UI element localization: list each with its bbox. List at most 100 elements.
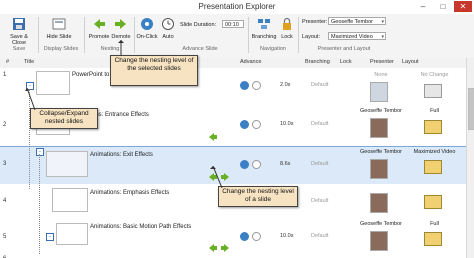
branching-value[interactable]: Default — [311, 161, 328, 167]
on-click-icon — [141, 18, 153, 30]
layout-name[interactable]: Full — [407, 221, 462, 227]
group-navigation-label: Navigation — [260, 46, 286, 52]
auto-button[interactable]: Auto — [160, 17, 176, 40]
avatar — [370, 159, 388, 179]
group-display-label: Display Slides — [43, 46, 79, 52]
divider — [134, 17, 135, 53]
slide-duration-field[interactable]: 00:10 — [222, 20, 244, 28]
col-lock[interactable]: Lock — [340, 59, 352, 65]
presenter-name[interactable]: Geoseffe Tembor — [358, 149, 404, 155]
advance-on-click-icon[interactable] — [240, 160, 249, 169]
slide-duration[interactable]: 10.0s — [280, 121, 293, 127]
divider — [38, 17, 39, 53]
advance-on-click-icon[interactable] — [240, 232, 249, 241]
tree-line — [39, 154, 40, 254]
timer-icon[interactable] — [252, 81, 261, 90]
branching-value[interactable]: Default — [311, 121, 328, 127]
callout-collapse-expand: Collapse/Expand nested slides — [30, 108, 98, 129]
branching-value[interactable]: Default — [311, 233, 328, 239]
divider — [298, 17, 299, 53]
timer-icon[interactable] — [252, 160, 261, 169]
branching-value[interactable]: Default — [311, 198, 328, 204]
vertical-scrollbar[interactable] — [466, 58, 474, 258]
layout-thumbnail — [424, 120, 442, 134]
presenter-name[interactable]: None — [358, 72, 404, 78]
lock-icon — [283, 17, 291, 30]
title-bar: Presentation Explorer – □ ✕ — [0, 0, 474, 15]
slide-title: Animations: Basic Motion Path Effects — [90, 224, 192, 230]
table-row[interactable]: 3 − Animations: Exit Effects 8.6s Defaul… — [0, 146, 466, 186]
layout-name[interactable]: Maximized Video — [407, 149, 462, 155]
timer-icon[interactable] — [252, 232, 261, 241]
col-layout[interactable]: Layout — [402, 59, 419, 65]
demote-arrow-icon[interactable] — [208, 133, 224, 141]
advance-on-click-icon[interactable] — [240, 120, 249, 129]
promote-demote-arrows-icon[interactable] — [208, 244, 230, 252]
scrollbar-thumb[interactable] — [468, 88, 474, 130]
save-close-label: Save & Close — [10, 34, 28, 46]
slide-title: Animations: Emphasis Effects — [90, 190, 170, 196]
branching-button[interactable]: Branching — [250, 17, 278, 40]
on-click-label: On-Click — [136, 34, 158, 40]
slide-thumbnail — [56, 223, 88, 245]
presenter-name[interactable]: Geoseffe Tembor — [358, 221, 404, 227]
slide-title: Animations: Exit Effects — [90, 152, 153, 158]
demote-button[interactable]: Demote — [110, 17, 132, 40]
presenter-select-value: Geoseffe Tembor — [331, 19, 373, 25]
presenter-select[interactable]: Geoseffe Tembor ▾ — [328, 17, 386, 25]
col-advance[interactable]: Advance — [240, 59, 261, 65]
table-row[interactable]: 6 — [0, 254, 466, 258]
row-number: 3 — [3, 161, 7, 167]
callout-pointer — [118, 40, 124, 56]
table-row[interactable]: 1 − PowerPoint to 2.0s Default None No C… — [0, 68, 466, 107]
hide-slide-button[interactable]: Hide Slide — [44, 17, 74, 40]
callout-nesting-selected: Change the nesting level of the selected… — [110, 55, 198, 86]
branching-icon — [258, 19, 270, 29]
collapse-toggle[interactable]: − — [46, 233, 54, 241]
promote-label: Promote — [88, 34, 110, 40]
on-click-button[interactable]: On-Click — [136, 17, 158, 40]
col-presenter[interactable]: Presenter — [370, 59, 394, 65]
close-button[interactable]: ✕ — [454, 1, 472, 12]
row-number: 1 — [3, 72, 7, 78]
layout-name[interactable]: Full — [407, 108, 462, 114]
promote-arrow-icon — [94, 19, 105, 29]
slide-thumbnail — [46, 151, 88, 177]
chevron-down-icon: ▾ — [381, 34, 384, 40]
slide-thumbnail — [52, 188, 88, 212]
avatar — [370, 118, 388, 138]
lock-button[interactable]: Lock — [280, 17, 294, 40]
collapse-toggle[interactable]: − — [36, 148, 44, 156]
layout-name[interactable]: No Change — [407, 72, 462, 78]
col-branching[interactable]: Branching — [305, 59, 330, 65]
minimize-button[interactable]: – — [414, 1, 432, 12]
save-close-button[interactable]: Save & Close — [4, 17, 34, 46]
col-title[interactable]: Title — [24, 59, 34, 65]
divider — [84, 17, 85, 53]
demote-arrow-icon — [115, 19, 126, 29]
slide-duration[interactable]: 2.0s — [280, 82, 290, 88]
table-row[interactable]: 5 − Animations: Basic Motion Path Effect… — [0, 220, 466, 255]
group-advance-label: Advance Slide — [182, 46, 218, 52]
maximize-button[interactable]: □ — [434, 1, 452, 12]
callout-nesting-slide: Change the nesting level of a slide — [218, 186, 298, 207]
hide-slide-icon — [52, 18, 66, 30]
group-presenter-layout-label: Presenter and Layout — [317, 46, 371, 52]
row-number: 2 — [3, 122, 7, 128]
slide-grid: 1 − PowerPoint to 2.0s Default None No C… — [0, 68, 466, 258]
slide-thumbnail — [36, 71, 70, 95]
layout-thumbnail — [424, 160, 442, 174]
branching-value[interactable]: Default — [311, 82, 328, 88]
presenter-name[interactable]: Geoseffe Tembor — [358, 108, 404, 114]
promote-button[interactable]: Promote — [88, 17, 110, 40]
slide-duration[interactable]: 10.0s — [280, 233, 293, 239]
layout-label: Layout: — [302, 34, 321, 40]
callout-pointer — [25, 88, 36, 110]
timer-icon[interactable] — [252, 120, 261, 129]
chevron-down-icon: ▾ — [381, 19, 384, 25]
slide-duration[interactable]: 8.6s — [280, 161, 290, 167]
layout-thumbnail — [424, 232, 442, 246]
layout-select[interactable]: Maximized Video ▾ — [328, 32, 386, 40]
advance-on-click-icon[interactable] — [240, 81, 249, 90]
callout-pointer — [210, 166, 223, 188]
